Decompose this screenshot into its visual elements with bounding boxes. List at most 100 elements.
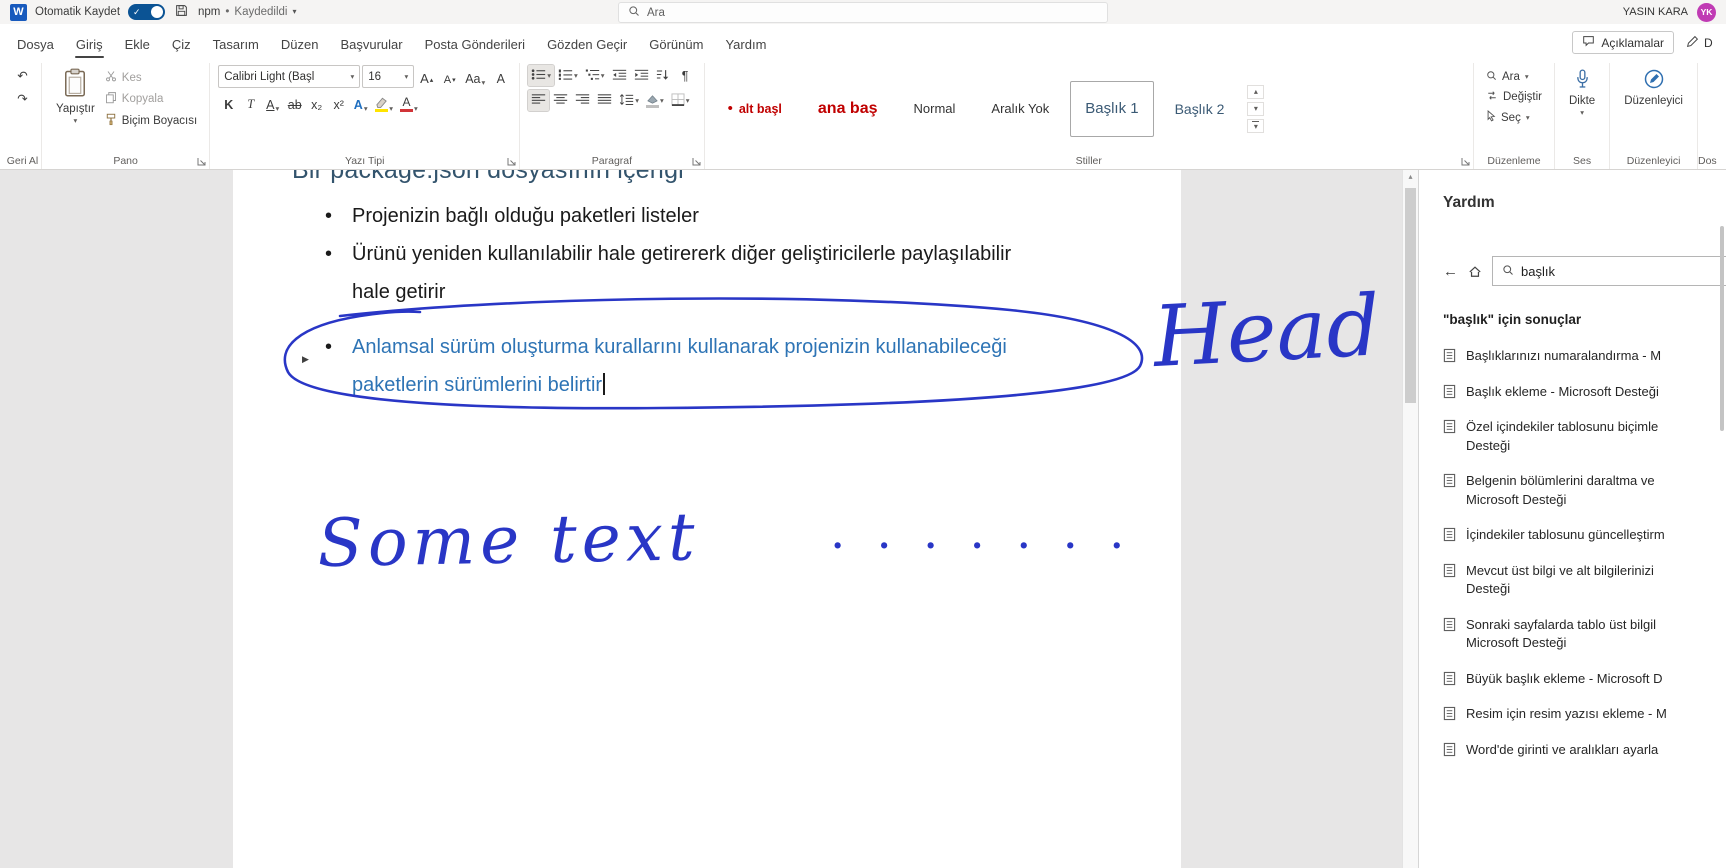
tab-giris[interactable]: Giriş — [65, 28, 114, 60]
scroll-up-arrow[interactable]: ▴ — [1403, 172, 1418, 181]
tab-dosya[interactable]: Dosya — [6, 28, 65, 60]
style-aralik-yok[interactable]: Aralık Yok — [976, 81, 1064, 137]
shrink-font-button[interactable]: A ▾ — [439, 66, 460, 87]
bullet-item: • Projenizin bağlı olduğu paketleri list… — [233, 197, 1132, 235]
font-size-select[interactable]: 16 ▾ — [362, 65, 415, 88]
help-scrollbar-thumb[interactable] — [1720, 226, 1724, 431]
borders-button[interactable]: ▾ — [668, 90, 693, 111]
highlight-color-button[interactable]: ▾ — [372, 92, 396, 113]
ribbon-group-editor: Düzenleyici Düzenleyici — [1610, 63, 1698, 169]
find-button[interactable]: Ara ▾ — [1482, 68, 1546, 86]
subscript-button[interactable]: x₂ — [306, 92, 327, 113]
editing-mode-button[interactable]: D — [1686, 35, 1720, 51]
italic-button[interactable]: T — [240, 92, 261, 113]
collapse-triangle-icon[interactable]: ▶ — [302, 340, 309, 378]
style-alt-basl[interactable]: • alt başl — [713, 81, 797, 137]
home-icon[interactable] — [1468, 265, 1482, 278]
help-result-text: Özel içindekiler tablosunu biçimle — [1466, 419, 1659, 434]
tab-yardim[interactable]: Yardım — [714, 28, 777, 60]
styles-dialog-launcher-icon[interactable] — [1461, 157, 1470, 166]
style-baslik-1[interactable]: Başlık 1 — [1070, 80, 1154, 137]
help-result-link[interactable]: Belgenin bölümlerini daraltma ve Microsof… — [1443, 472, 1726, 509]
tab-ekle[interactable]: Ekle — [114, 28, 161, 60]
autosave-toggle[interactable]: ✓ — [128, 4, 166, 20]
help-result-link[interactable]: Büyük başlık ekleme - Microsoft D — [1443, 670, 1726, 689]
microphone-icon — [1575, 68, 1590, 93]
justify-button[interactable] — [594, 90, 615, 111]
grow-font-button[interactable]: A ▴ — [416, 66, 437, 87]
help-result-link[interactable]: Özel içindekiler tablosunu biçimle Desteğ… — [1443, 418, 1726, 455]
paragraph-dialog-launcher-icon[interactable] — [692, 157, 701, 166]
superscript-button[interactable]: x² — [328, 92, 349, 113]
tab-duzen[interactable]: Düzen — [270, 28, 330, 60]
back-icon[interactable]: ← — [1443, 264, 1458, 279]
strikethrough-button[interactable]: ab — [284, 92, 305, 113]
help-result-link[interactable]: Sonraki sayfalarda tablo üst bilgil Micro… — [1443, 616, 1726, 653]
numbering-button[interactable]: ▾ — [555, 65, 581, 86]
styles-gallery-more-button[interactable]: ▾ — [1247, 118, 1265, 133]
tab-tasarim[interactable]: Tasarım — [202, 28, 270, 60]
bullets-button[interactable]: ▾ — [527, 64, 556, 87]
help-result-link[interactable]: Başlıklarınızı numaralandırma - M — [1443, 347, 1726, 366]
help-result-link[interactable]: Başlık ekleme - Microsoft Desteği — [1443, 383, 1726, 402]
shading-button[interactable]: ▾ — [643, 90, 667, 111]
tab-gozden-gecir[interactable]: Gözden Geçir — [536, 28, 638, 60]
help-search-input[interactable]: başlık — [1492, 256, 1726, 286]
select-button[interactable]: Seç ▾ — [1482, 108, 1546, 127]
show-formatting-marks-button[interactable]: ¶ — [675, 65, 696, 86]
paste-button[interactable]: Yapıştır ▾ — [50, 65, 101, 128]
document-title[interactable]: npm • Kaydedildi ▾ — [198, 6, 297, 18]
format-painter-button[interactable]: Biçim Boyacısı — [101, 111, 201, 131]
editor-button[interactable]: Düzenleyici — [1618, 65, 1689, 110]
group-label-paragraph: Paragraf — [591, 155, 633, 167]
align-center-button[interactable] — [550, 90, 571, 111]
chevron-down-icon: ▾ — [574, 70, 578, 80]
tab-ciz[interactable]: Çiz — [161, 28, 202, 60]
comments-button[interactable]: Açıklamalar — [1572, 31, 1674, 54]
help-result-link[interactable]: Mevcut üst bilgi ve alt bilgilerinizi Des… — [1443, 562, 1726, 599]
clipboard-dialog-launcher-icon[interactable] — [197, 157, 206, 166]
font-family-select[interactable]: Calibri Light (Başl ▾ — [218, 65, 361, 88]
underline-button[interactable]: A ▾ — [262, 92, 283, 113]
help-result-link[interactable]: Word'de girinti ve aralıkları ayarla — [1443, 741, 1726, 760]
cut-button[interactable]: Kes — [101, 68, 201, 87]
word-logo[interactable]: W — [10, 3, 27, 21]
document-page[interactable]: Bir package.json dosyasının içeriği • Pr… — [233, 170, 1181, 868]
help-result-link[interactable]: İçindekiler tablosunu güncelleştirm — [1443, 526, 1726, 545]
align-right-button[interactable] — [572, 90, 593, 111]
help-result-link[interactable]: Resim için resim yazısı ekleme - M — [1443, 705, 1726, 724]
styles-scroll-down-button[interactable]: ▾ — [1247, 101, 1265, 116]
decrease-indent-button[interactable] — [609, 65, 630, 86]
sort-button[interactable] — [653, 65, 674, 86]
avatar[interactable]: YK — [1697, 2, 1716, 22]
scissors-icon — [105, 70, 117, 85]
scrollbar-thumb[interactable] — [1405, 188, 1416, 403]
font-dialog-launcher-icon[interactable] — [507, 157, 516, 166]
style-ana-bas[interactable]: ana baş — [803, 81, 893, 137]
styles-scroll-up-button[interactable]: ▴ — [1247, 84, 1265, 99]
tab-basvurular[interactable]: Başvurular — [329, 28, 413, 60]
font-color-button[interactable]: A ▾ — [397, 92, 421, 113]
search-box[interactable]: Ara — [618, 2, 1108, 23]
document-scrollbar[interactable]: ▴ — [1402, 170, 1418, 868]
tab-posta-gonderileri[interactable]: Posta Gönderileri — [414, 28, 536, 60]
replace-button[interactable]: Değiştir — [1482, 88, 1546, 106]
style-normal[interactable]: Normal — [899, 81, 971, 137]
clear-formatting-button[interactable]: A — [490, 66, 511, 87]
multilevel-list-button[interactable]: ▾ — [582, 65, 608, 86]
ribbon-group-styles: • alt başl ana baş Normal Aralık Yok Baş… — [705, 63, 1474, 169]
line-spacing-button[interactable]: ▾ — [616, 90, 642, 111]
save-button[interactable] — [173, 3, 190, 21]
search-icon — [628, 5, 640, 20]
redo-button[interactable]: ↷ — [12, 88, 33, 109]
text-effects-button[interactable]: A ▾ — [350, 92, 371, 113]
align-left-button[interactable] — [527, 89, 551, 112]
copy-button[interactable]: Kopyala — [101, 89, 201, 109]
style-baslik-2[interactable]: Başlık 2 — [1160, 81, 1240, 137]
dictate-button[interactable]: Dikte ▾ — [1563, 65, 1601, 120]
tab-gorunum[interactable]: Görünüm — [638, 28, 714, 60]
change-case-button[interactable]: Aa ▾ — [462, 66, 488, 87]
increase-indent-button[interactable] — [631, 65, 652, 86]
undo-button[interactable]: ↶ — [12, 65, 33, 86]
bold-button[interactable]: K — [218, 92, 239, 113]
